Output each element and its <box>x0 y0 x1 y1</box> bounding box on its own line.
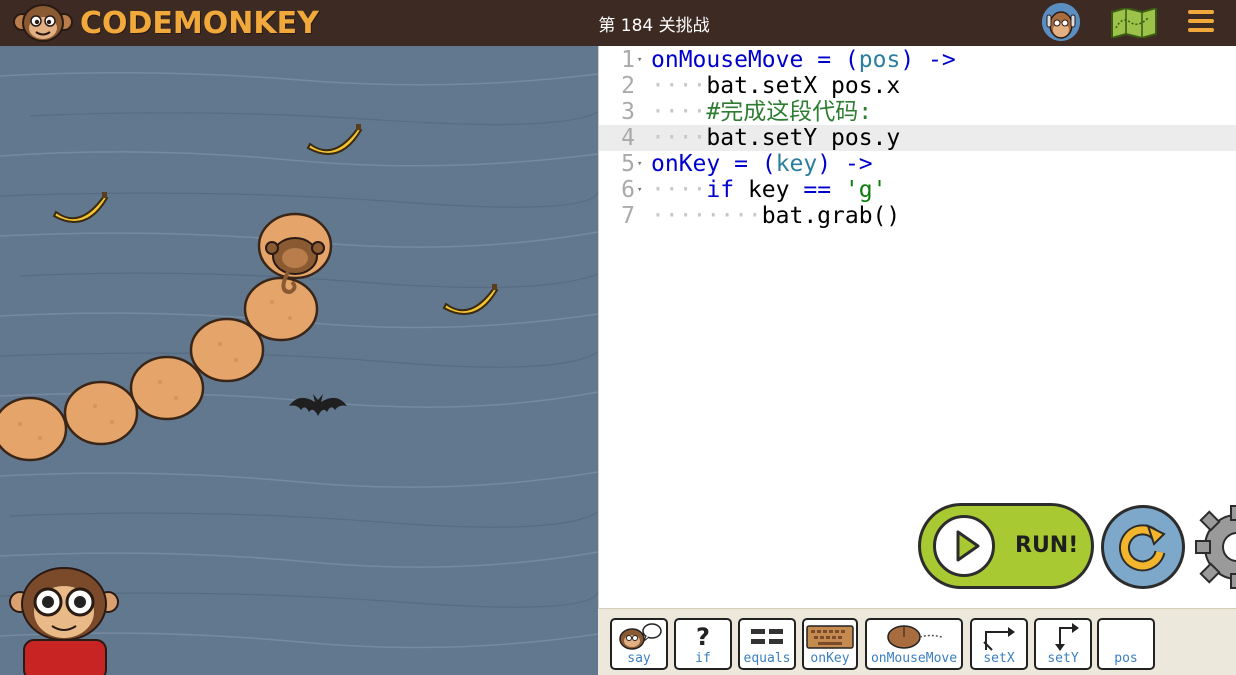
palette-tile-label: pos <box>1114 651 1138 666</box>
palette-tile-label: onMouseMove <box>870 651 958 666</box>
code-text: ····bat.setX pos.x <box>651 73 901 99</box>
palette-tile-label: setY <box>1047 651 1079 666</box>
code-text: ····#完成这段代码: <box>651 99 873 125</box>
keyboard-icon <box>804 622 856 652</box>
map-button[interactable] <box>1110 6 1158 40</box>
play-icon <box>956 530 980 562</box>
menu-button[interactable] <box>1188 10 1214 36</box>
monkey-player-icon <box>265 237 325 295</box>
code-text: onKey = (key) -> <box>651 151 873 177</box>
fold-toggle-icon[interactable]: ▾ <box>637 47 642 73</box>
play-icon-circle <box>933 515 995 577</box>
code-line[interactable]: 3 ····#完成这段代码: <box>599 99 1236 125</box>
fold-toggle-icon[interactable]: ▾ <box>637 151 642 177</box>
run-button[interactable]: RUN! <box>918 503 1094 589</box>
run-label: RUN! <box>1015 533 1079 558</box>
palette-tile-sety[interactable]: setY <box>1034 618 1092 670</box>
code-text: onMouseMove = (pos) -> <box>651 47 956 73</box>
gear-icon <box>1195 505 1236 589</box>
fold-toggle-icon[interactable]: ▾ <box>637 177 642 203</box>
code-line[interactable]: 5 ▾ onKey = (key) -> <box>599 151 1236 177</box>
palette-tile-say[interactable]: say <box>610 618 668 670</box>
user-avatar[interactable] <box>1042 3 1080 41</box>
palette-tile-label: say <box>627 651 651 666</box>
line-number: 7 <box>621 203 635 229</box>
palette-tile-if[interactable]: ? if <box>674 618 732 670</box>
set-y-arrow-icon <box>1036 622 1090 652</box>
palette-tile-label: if <box>695 651 711 666</box>
palette-tile-setx[interactable]: setX <box>970 618 1028 670</box>
reset-button[interactable] <box>1101 505 1185 589</box>
game-stage[interactable] <box>0 46 598 675</box>
monkey-speech-icon <box>612 622 666 652</box>
top-bar: CODEMONKEY 第 184 关挑战 <box>0 0 1236 46</box>
menu-icon-bar <box>1188 19 1214 23</box>
menu-icon-bar <box>1188 10 1214 14</box>
palette-tile-onkey[interactable]: onKey <box>802 618 858 670</box>
line-number: 3 <box>621 99 635 125</box>
code-line[interactable]: 6 ▾ ····if key == 'g' <box>599 177 1236 203</box>
palette-tile-label: equals <box>743 651 791 666</box>
palette-tile-pos[interactable]: pos <box>1097 618 1155 670</box>
code-line[interactable]: 7 ········bat.grab() <box>599 203 1236 229</box>
code-line[interactable]: 1 ▾ onMouseMove = (pos) -> <box>599 47 1236 73</box>
bat-icon <box>289 394 347 416</box>
reset-icon <box>1119 524 1166 572</box>
palette-tile-label: onKey <box>810 651 850 666</box>
avatar-icon <box>1042 3 1080 41</box>
code-text: ········bat.grab() <box>651 203 901 229</box>
equals-icon <box>740 622 794 652</box>
command-palette: say? if equals onKey onMouseMove setX setY pos <box>598 608 1236 675</box>
palette-tile-label: setX <box>983 651 1015 666</box>
map-icon <box>1111 6 1157 40</box>
question-icon: ? <box>676 622 730 652</box>
palette-tile-equals[interactable]: equals <box>738 618 796 670</box>
line-number: 1 <box>621 47 635 73</box>
menu-icon-bar <box>1188 28 1214 32</box>
set-x-arrow-icon <box>972 622 1026 652</box>
line-number: 6 <box>621 177 635 203</box>
code-line[interactable]: 4 ····bat.setY pos.y <box>599 125 1236 151</box>
guide-character-icon <box>9 567 119 675</box>
code-line[interactable]: 2 ····bat.setX pos.x <box>599 73 1236 99</box>
settings-button[interactable] <box>1194 504 1236 590</box>
line-number: 5 <box>621 151 635 177</box>
code-text: ····bat.setY pos.y <box>651 125 901 151</box>
line-number: 4 <box>621 125 635 151</box>
code-text: ····if key == 'g' <box>651 177 887 203</box>
question-glyph: ? <box>696 623 710 651</box>
palette-tile-onmousemove[interactable]: onMouseMove <box>865 618 963 670</box>
mouse-icon <box>867 622 961 652</box>
line-number: 2 <box>621 73 635 99</box>
